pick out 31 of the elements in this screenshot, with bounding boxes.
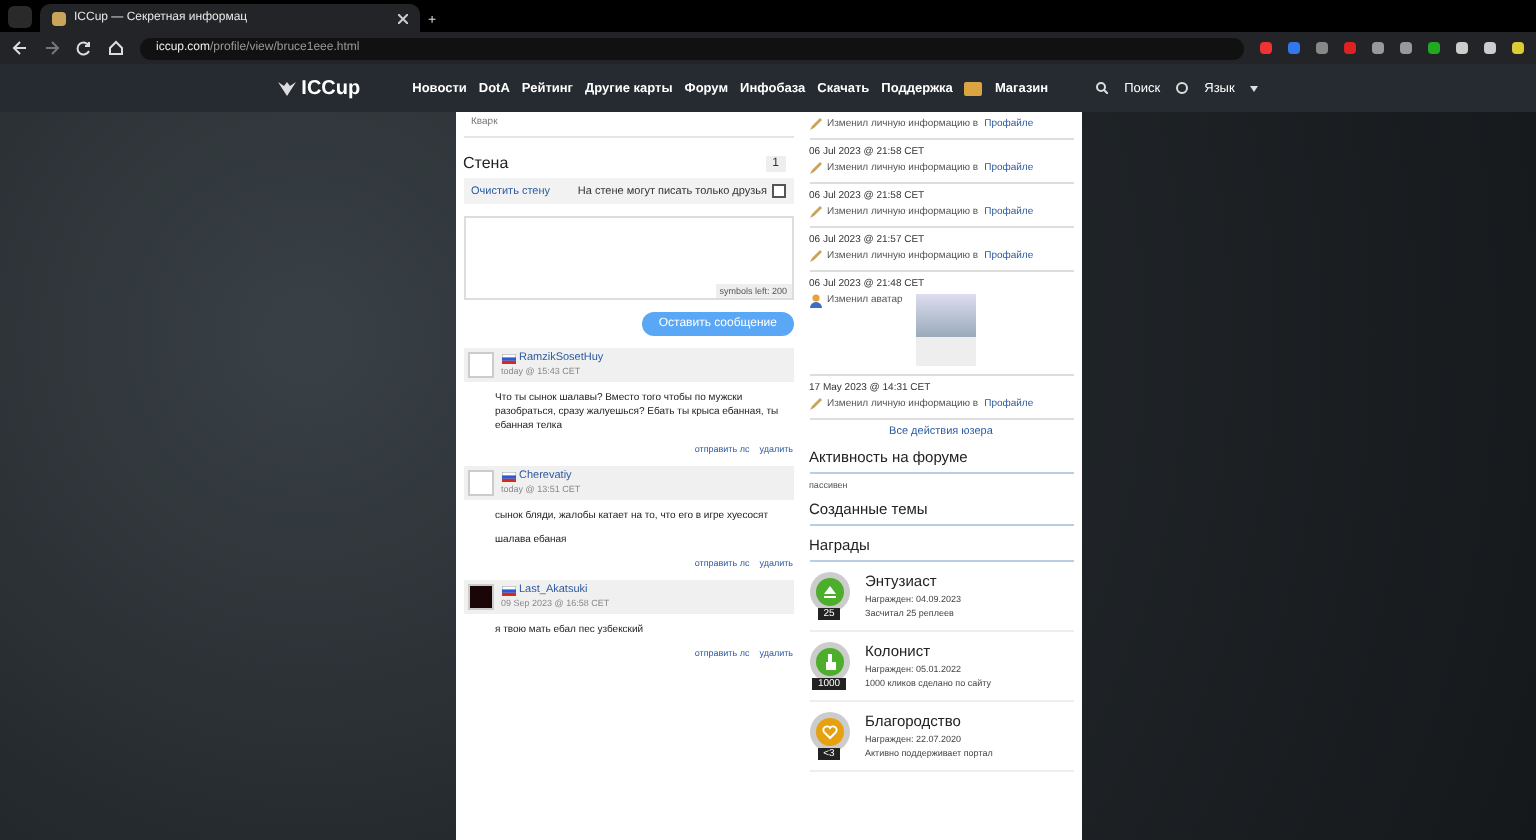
pencil-icon <box>809 250 821 262</box>
flag-icon <box>501 585 515 595</box>
pencil-icon <box>809 118 821 130</box>
pencil-icon <box>809 162 821 174</box>
search-icon <box>1096 82 1109 94</box>
forward-icon[interactable] <box>44 40 60 56</box>
extension-icon[interactable] <box>1484 42 1496 54</box>
checkbox[interactable] <box>771 184 785 198</box>
pencil-icon <box>809 398 821 410</box>
avatar-thumbnail <box>916 294 977 366</box>
home-icon[interactable] <box>108 40 124 56</box>
extension-icon[interactable] <box>1316 42 1328 54</box>
extension-icon[interactable] <box>1512 42 1524 54</box>
avatar <box>467 470 493 496</box>
avatar <box>467 352 493 378</box>
back-icon[interactable] <box>12 40 28 56</box>
extension-icon[interactable] <box>1400 42 1412 54</box>
site-logo[interactable]: ICCup <box>277 77 361 99</box>
avatar <box>467 584 493 610</box>
flag-icon <box>501 353 515 363</box>
person-icon <box>809 294 821 308</box>
caret-icon <box>1250 85 1259 91</box>
extension-icon[interactable] <box>1456 42 1468 54</box>
flag-icon <box>501 471 515 481</box>
section-title: Стена <box>463 154 509 172</box>
close-icon[interactable] <box>398 13 408 23</box>
extension-icon[interactable] <box>1372 42 1384 54</box>
pencil-icon <box>809 206 821 218</box>
reload-icon[interactable] <box>76 40 92 56</box>
favicon-icon <box>52 11 66 25</box>
extension-icon[interactable] <box>1428 42 1440 54</box>
